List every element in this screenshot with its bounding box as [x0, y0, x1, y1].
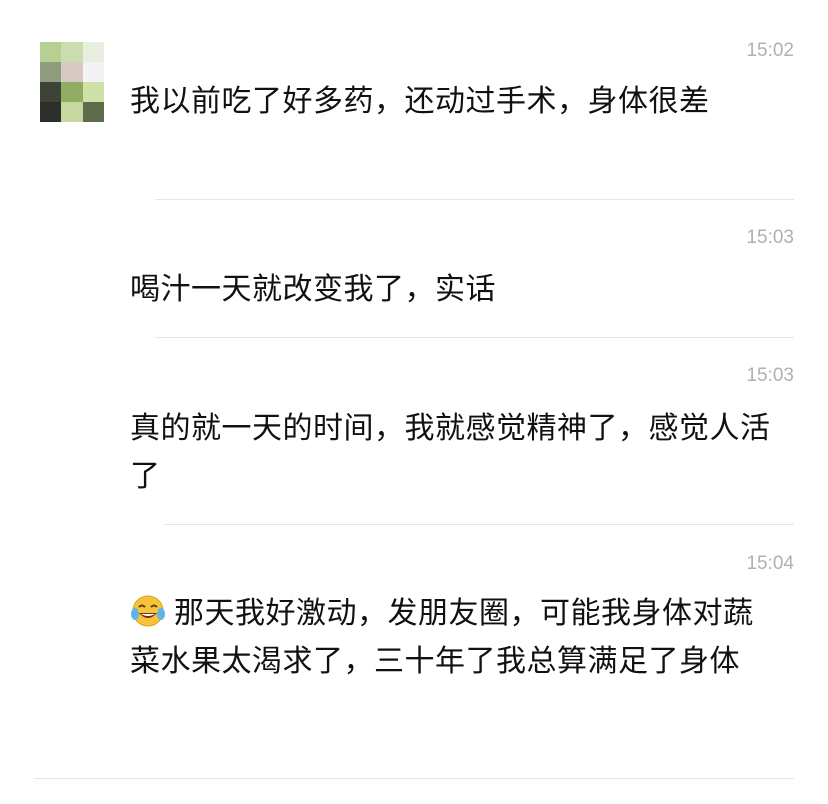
- message-text: 那天我好激动，发朋友圈，可能我身体对蔬菜水果太渴求了，三十年了我总算满足了身体: [130, 596, 754, 679]
- date-label: 2023-1-1: [0, 0, 828, 6]
- message-time: 15:02: [746, 40, 794, 61]
- message-separator: [155, 337, 794, 338]
- message-text: 喝汁一天就改变我了，实话: [130, 272, 496, 307]
- message-time: 15:03: [746, 365, 794, 386]
- message-text: 真的就一天的时间，我就感觉精神了，感觉人活了: [130, 411, 771, 494]
- message-time: 15:03: [746, 227, 794, 248]
- message-time: 15:04: [746, 553, 794, 574]
- message-separator: [165, 524, 794, 525]
- avatar[interactable]: [40, 42, 104, 122]
- tears-of-joy-emoji: [131, 595, 165, 627]
- message-separator: [34, 778, 794, 779]
- message-separator: [155, 199, 794, 200]
- message-block: 那天我好激动，发朋友圈，可能我身体对蔬菜水果太渴求了，三十年了我总算满足了身体: [130, 590, 780, 686]
- date-header: 2023-1-1: [0, 0, 828, 8]
- message-text: 我以前吃了好多药，还动过手术，身体很差: [130, 84, 710, 119]
